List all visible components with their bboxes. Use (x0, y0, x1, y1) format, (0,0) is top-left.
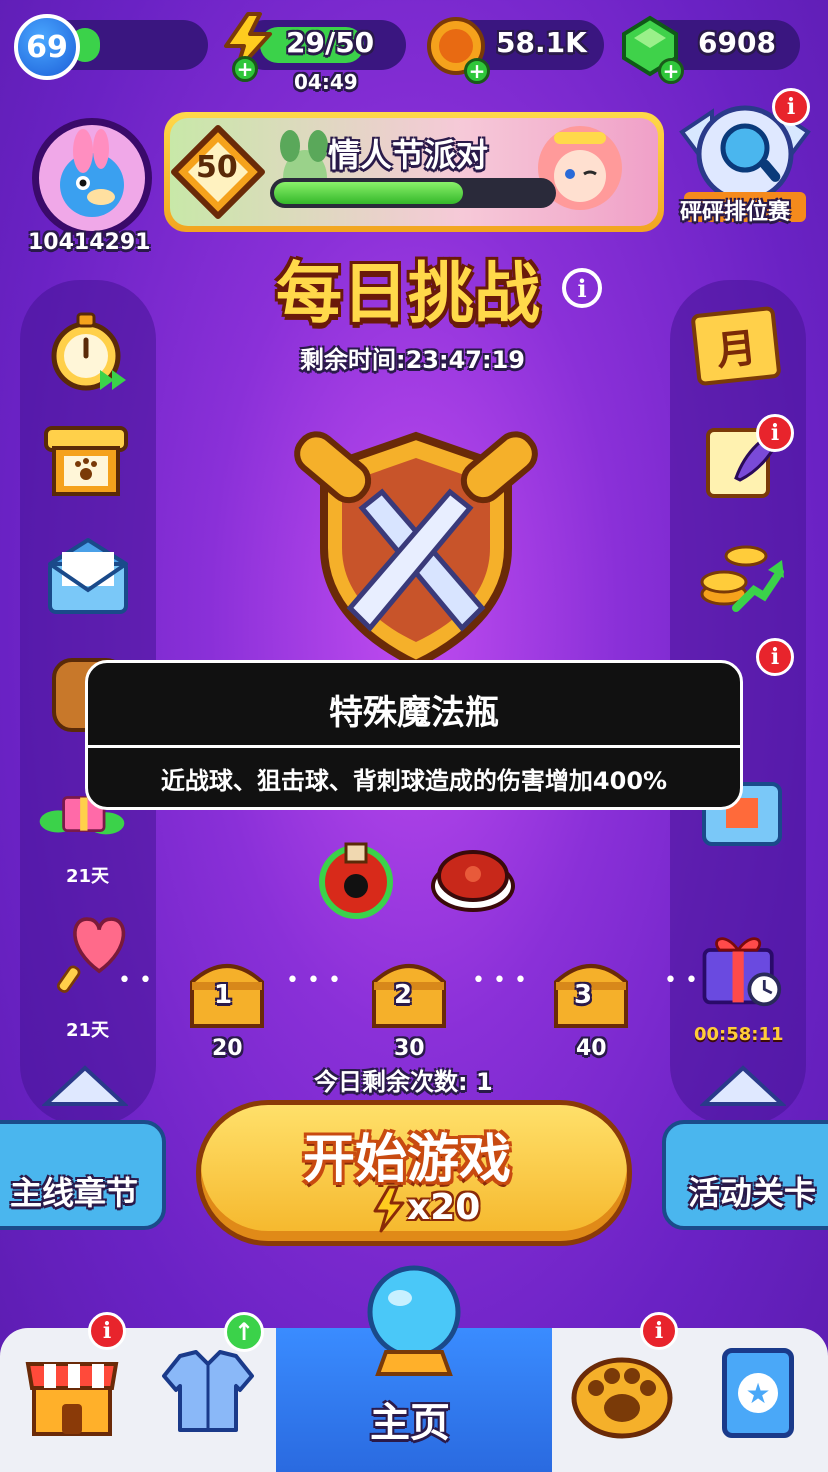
energy-timer: 04:49 (294, 70, 358, 94)
progress-dots: ••• (472, 968, 535, 993)
challenge-title: 每日挑战 (276, 255, 540, 332)
tooltip-description: 近战球、狙击球、背刺球造成的伤害增加400% (160, 767, 668, 795)
progress-dots: ••• (286, 968, 349, 993)
gem-count: 6908 (698, 26, 776, 59)
mail-icon[interactable] (42, 534, 134, 620)
magic-bottle-icon[interactable] (316, 840, 396, 920)
valentine-character-icon (538, 126, 622, 210)
armor-icon[interactable] (160, 1346, 256, 1438)
event-up-arrow-icon (700, 1065, 786, 1106)
nav-home-label: 主页 (370, 1400, 450, 1446)
gift-timer: 00:58:11 (694, 1024, 784, 1045)
chest-1[interactable]: 1 (184, 954, 270, 1032)
wand-days: 21天 (66, 1020, 110, 1041)
calendar-icon[interactable]: 月 (690, 305, 782, 387)
coin-add-icon[interactable]: + (464, 58, 490, 84)
event-progress-track (270, 178, 556, 208)
tooltip-divider (88, 745, 740, 748)
timed-gift-icon[interactable] (694, 922, 786, 1008)
shop-icon[interactable] (24, 1350, 120, 1440)
lightning-icon (373, 1185, 405, 1233)
start-game-label: 开始游戏 (303, 1130, 512, 1190)
event-stage-label: 活动关卡 (688, 1174, 817, 1212)
star-icon: ★ (738, 1373, 778, 1413)
player-avatar[interactable] (32, 118, 152, 238)
paw-icon[interactable] (566, 1340, 678, 1440)
progress-dots: •• (664, 968, 706, 993)
progress-dots: •• (118, 968, 160, 993)
gem-add-icon[interactable]: + (658, 58, 684, 84)
pet-board-icon[interactable] (40, 418, 132, 504)
chest-number: 3 (574, 980, 593, 1010)
start-cost: x20 (407, 1187, 481, 1228)
remaining-tries: 今日剩余次数: 1 (314, 1068, 493, 1096)
event-stage-button[interactable]: 活动关卡 (662, 1120, 828, 1230)
chapter-up-arrow-icon (42, 1065, 128, 1106)
player-id: 10414291 (28, 230, 151, 255)
shop-cart-alert-icon: i (756, 638, 794, 676)
shop-alert-icon: i (88, 1312, 126, 1350)
chest-number: 2 (394, 980, 413, 1010)
scroll-alert-icon: i (756, 414, 794, 452)
time-remaining: 剩余时间:23:47:19 (300, 346, 525, 374)
chest-2-value: 30 (394, 1036, 425, 1061)
crystal-ball-icon (367, 1265, 461, 1376)
tooltip-title: 特殊魔法瓶 (329, 693, 499, 733)
player-level-text: 69 (26, 29, 68, 65)
event-title: 情人节派对 (328, 136, 489, 174)
info-icon[interactable]: i (562, 268, 602, 308)
chest-3[interactable]: 3 (548, 954, 634, 1032)
upgrade-arrow-icon: ↑ (224, 1312, 264, 1352)
coin-count: 58.1K (496, 26, 587, 59)
gift-days: 21天 (66, 866, 110, 887)
card-collection-icon[interactable]: ★ (722, 1348, 794, 1438)
rank-label: 砰砰排位赛 (680, 200, 791, 225)
chest-1-value: 20 (212, 1036, 243, 1061)
event-level: 50 (196, 150, 238, 185)
chest-number: 1 (214, 980, 233, 1010)
avatar-character-icon (60, 129, 124, 217)
main-chapter-button[interactable]: 主线章节 (0, 1120, 166, 1230)
rank-alert-icon: i (772, 88, 810, 126)
pets-alert-icon: i (640, 1312, 678, 1350)
turtle-shell-icon[interactable] (430, 844, 516, 916)
player-level-badge[interactable]: 69 (14, 14, 80, 80)
chest-2[interactable]: 2 (366, 954, 452, 1032)
item-tooltip: 特殊魔法瓶 近战球、狙击球、背刺球造成的伤害增加400% (85, 660, 743, 810)
calendar-char: 月 (714, 325, 759, 375)
crossed-swords-shield-icon (294, 431, 538, 668)
stopwatch-icon[interactable] (42, 308, 134, 394)
coin-growth-icon[interactable] (696, 532, 788, 618)
energy-count: 29/50 (286, 26, 375, 59)
event-progress-fill (274, 182, 463, 204)
main-chapter-label: 主线章节 (10, 1174, 139, 1212)
energy-add-icon[interactable]: + (232, 56, 258, 82)
chest-3-value: 40 (576, 1036, 607, 1061)
start-game-button[interactable]: 开始游戏 x20 (196, 1100, 632, 1246)
